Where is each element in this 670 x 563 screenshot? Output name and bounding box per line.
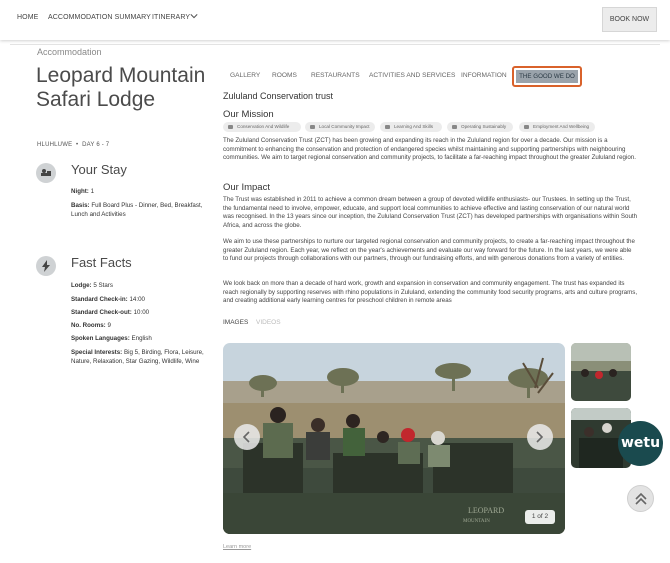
impact-paragraph: We aim to use these partnerships to nurt…	[223, 238, 635, 262]
fact-row: Standard Check-in: 14:00	[71, 296, 145, 303]
tab-activities[interactable]: ACTIVITIES AND SERVICES	[369, 72, 455, 79]
night-row: Night: 1	[71, 188, 95, 195]
bed-icon	[36, 163, 56, 183]
pill: Learning And Skills	[380, 122, 442, 132]
next-arrow-button[interactable]	[527, 424, 553, 450]
tab-rooms[interactable]: ROOMS	[272, 72, 297, 79]
separator-dot: •	[74, 142, 81, 148]
book-now-button[interactable]: BOOK NOW	[602, 7, 657, 32]
double-chevron-up-icon	[635, 492, 647, 505]
tab-restaurants[interactable]: RESTAURANTS	[311, 72, 360, 79]
your-stay-heading: Your Stay	[71, 162, 127, 177]
tab-images[interactable]: IMAGES	[223, 319, 248, 326]
tab-information[interactable]: INFORMATION	[461, 72, 507, 79]
fact-row: No. Rooms: 9	[71, 322, 111, 329]
pill: Employment And Wellbeing	[519, 122, 595, 132]
wetu-logo: wetu	[620, 435, 661, 451]
day-range: DAY 6 - 7	[82, 142, 110, 148]
breadcrumb: Accommodation	[37, 47, 102, 57]
fact-row: Standard Check-out: 10:00	[71, 309, 150, 316]
org-title: Zululand Conservation trust	[223, 91, 334, 101]
mission-heading: Our Mission	[223, 109, 274, 120]
category-pills: Conservation And Wildlife Local Communit…	[223, 122, 623, 132]
nav-accommodation-summary[interactable]: ACCOMMODATION SUMMARY	[48, 14, 151, 21]
impact-heading: Our Impact	[223, 182, 270, 193]
vehicle-text: LEOPARD	[468, 506, 504, 515]
scroll-to-top-button[interactable]	[627, 485, 654, 512]
prev-arrow-button[interactable]	[234, 424, 260, 450]
impact-paragraph: The Trust was established in 2011 to ach…	[223, 196, 638, 229]
fact-row: Lodge: 5 Stars	[71, 282, 113, 289]
fact-row: Spoken Languages: English	[71, 335, 152, 342]
location: HLUHLUWE	[37, 142, 73, 148]
location-line: HLUHLUWE • DAY 6 - 7	[37, 142, 109, 148]
safari-vehicle-photo: LEOPARD MOUNTAIN	[223, 343, 565, 534]
mission-text: The Zululand Conservation Trust (ZCT) ha…	[223, 137, 636, 161]
fast-facts-heading: Fast Facts	[71, 255, 132, 270]
wetu-widget-button[interactable]: wetu	[618, 421, 663, 466]
tab-the-good-we-do-label: THE GOOD WE DO	[516, 70, 578, 83]
pill: Operating Sustainably	[447, 122, 513, 132]
impact-paragraph: We look back on more than a decade of ha…	[223, 280, 638, 304]
gallery-image: LEOPARD MOUNTAIN	[223, 343, 565, 534]
image-counter: 1 of 2	[525, 510, 555, 524]
page-title: Leopard Mountain Safari Lodge	[36, 64, 206, 111]
fact-row: Special Interests: Big 5, Birding, Flora…	[71, 349, 204, 365]
pill: Local Community Impact	[305, 122, 375, 132]
basis-row: Basis: Full Board Plus - Dinner, Bed, Br…	[71, 202, 203, 218]
nav-home[interactable]: HOME	[17, 14, 38, 21]
gallery-thumbnail[interactable]	[571, 343, 631, 401]
tab-gallery[interactable]: GALLERY	[230, 72, 260, 79]
lightning-icon	[36, 256, 56, 276]
pill: Conservation And Wildlife	[223, 122, 301, 132]
vehicle-text-2: MOUNTAIN	[463, 519, 490, 524]
tab-videos[interactable]: VIDEOS	[256, 319, 281, 326]
divider	[10, 44, 660, 45]
chevron-down-icon[interactable]	[190, 12, 198, 20]
learn-more-link[interactable]: Learn more	[223, 544, 251, 550]
tab-the-good-we-do[interactable]: THE GOOD WE DO	[512, 66, 582, 87]
nav-itinerary[interactable]: ITINERARY	[152, 14, 190, 21]
